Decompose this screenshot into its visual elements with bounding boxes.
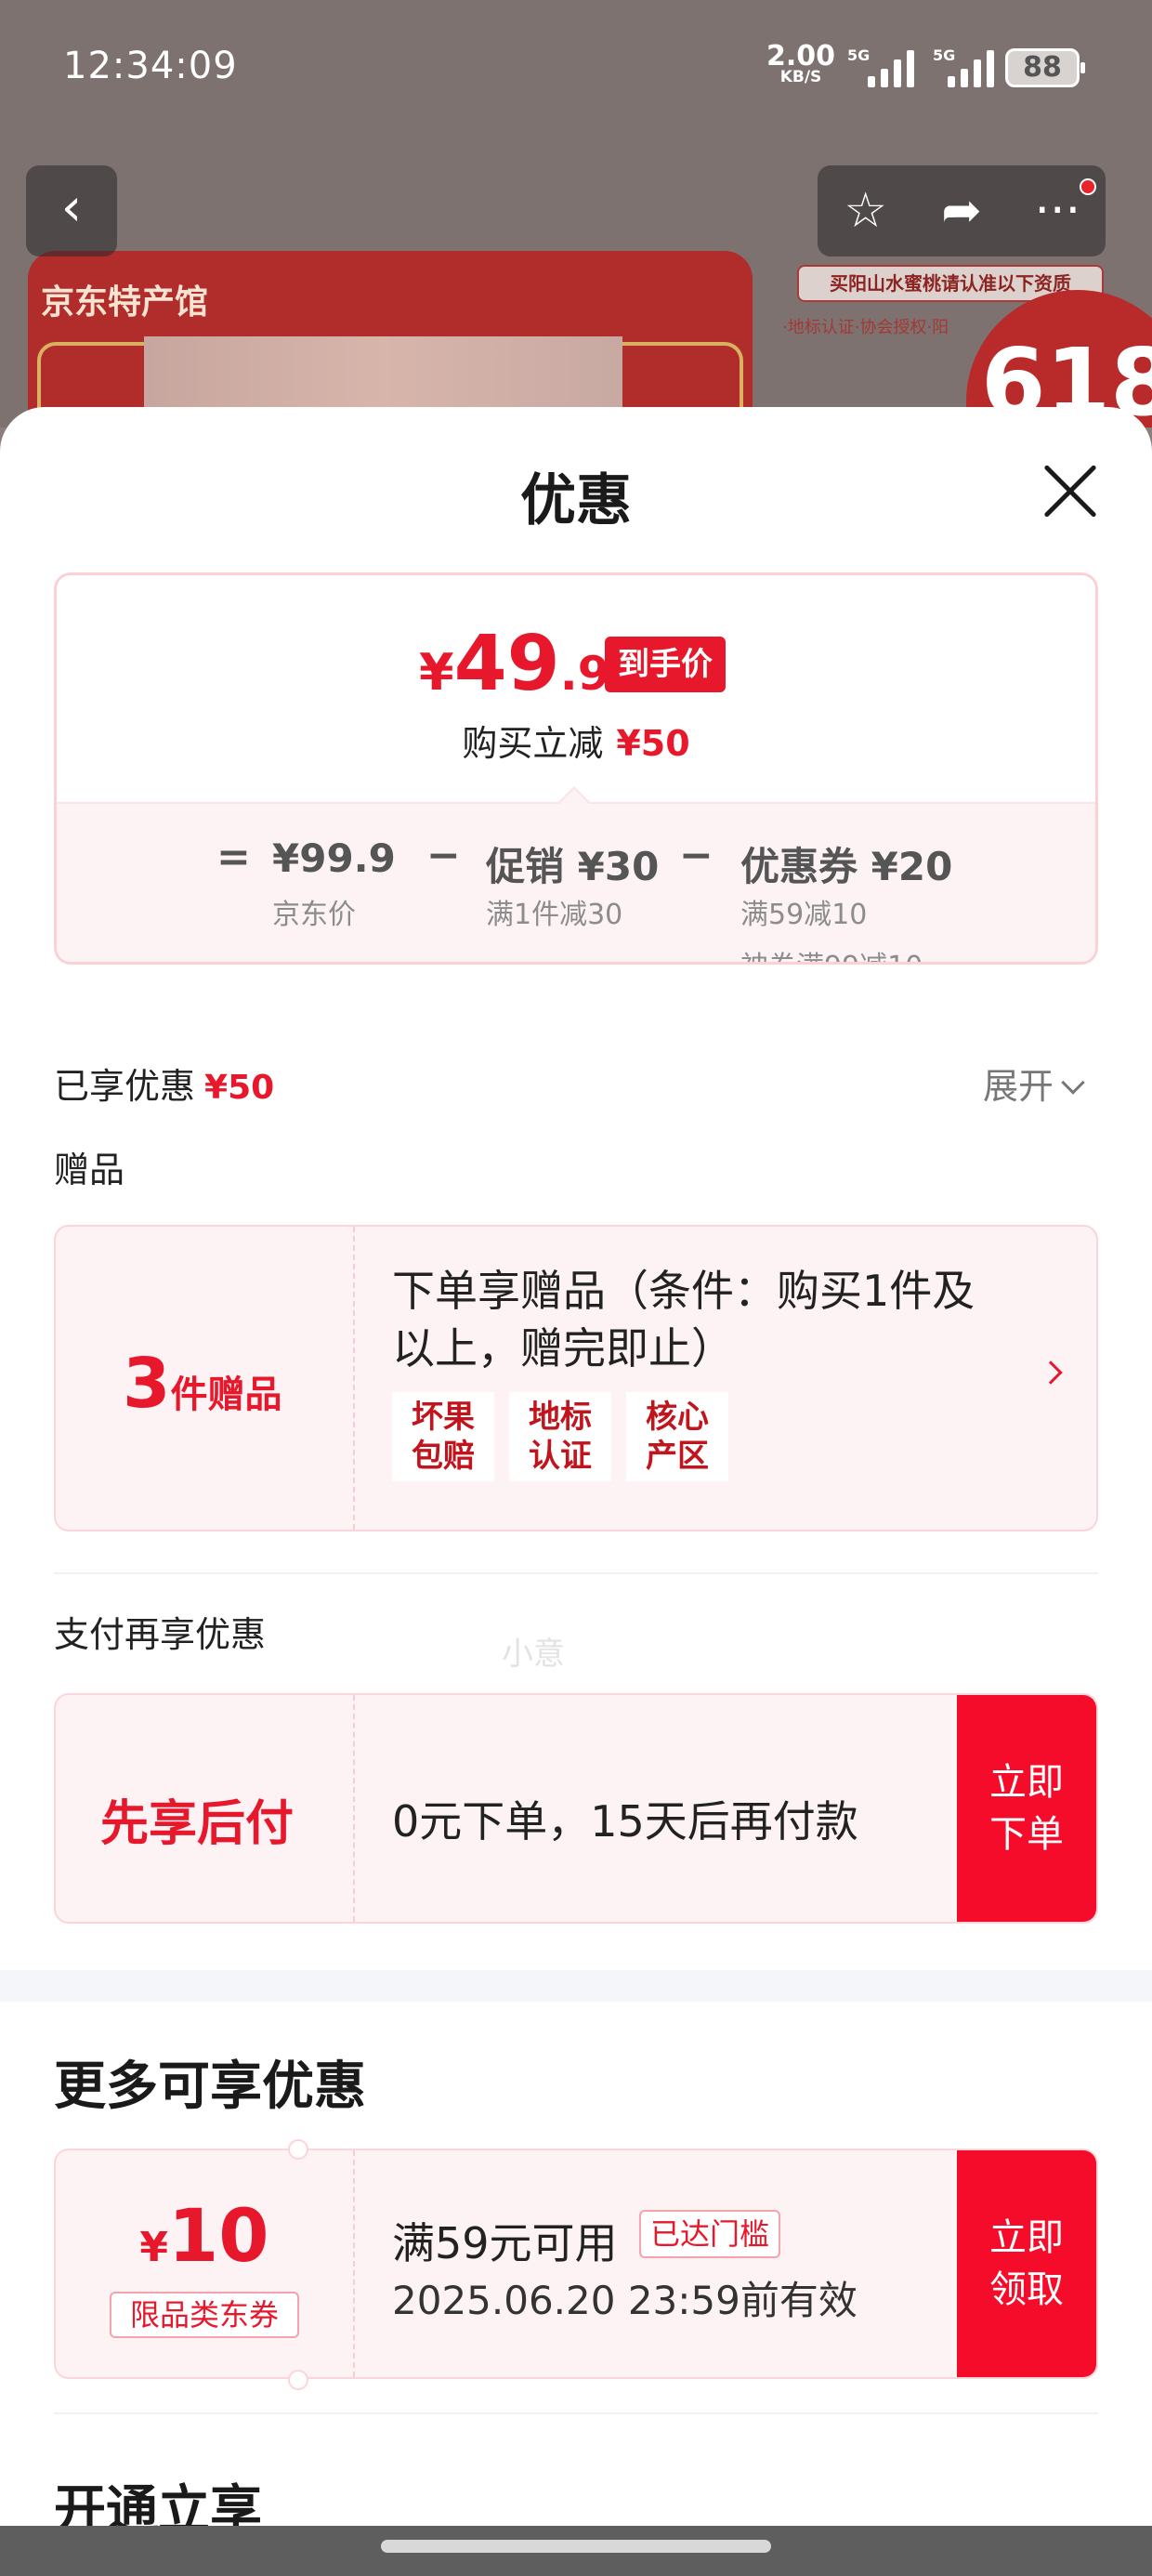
gift-tag: 核心产区 [626,1392,728,1481]
signal-label-1: 5G [847,46,871,64]
base-price: ¥99.9 [272,835,396,881]
equals-sign: = [216,834,251,881]
final-price-tag: 到手价 [605,637,726,692]
clock: 12:34:09 [63,45,238,87]
price-decimal: .9 [559,647,610,701]
price-summary: ¥49.9 到手价 购买立减 ¥50 = ¥99.9 京东价 − 促销 ¥30 满… [54,572,1098,965]
more-discounts-title: 更多可享优惠 [54,2057,366,2117]
cut-label: 购买立减 [462,723,604,764]
sheet-title: 优惠 [520,468,632,533]
chevron-left-icon: ‹ [60,177,83,238]
top-actions: ☆ ➦ ··· [818,165,1106,256]
pay-later-card: 先享后付 0元下单，15天后再付款 立即下单 [54,1693,1098,1924]
divider [54,2412,1098,2414]
back-button[interactable]: ‹ [26,165,117,256]
network-speed: 2.00 KB/S [766,43,835,86]
gift-count-number: 3 [123,1344,171,1424]
pay-later-text: 0元下单，15天后再付款 [392,1796,858,1847]
promo-rule: 满1件减30 [486,899,623,931]
expand-toggle[interactable]: 展开 [983,1058,1085,1109]
section-gap [0,1970,1152,2002]
gift-card[interactable]: 3件赠品 下单享赠品（条件：购买1件及以上，赠完即止） 坏果包赔 地标认证 核心… [54,1225,1098,1531]
gift-count: 3件赠品 [123,1344,282,1424]
minus-sign: − [679,832,713,879]
pay-section-label: 支付再享优惠 [54,1614,267,1655]
gift-tag: 地标认证 [509,1392,611,1481]
coupon-rule-1: 满59减10 [740,899,868,931]
coupon-condition: 满59元可用 [392,2218,618,2268]
chevron-right-icon [1039,1360,1063,1385]
status-bar: 12:34:09 2.00 KB/S 5G 5G 88 [0,0,1152,139]
coupon-card: ¥10 限品类东券 满59元可用 已达门槛 2025.06.20 23:59前有… [54,2149,1098,2379]
signal-icon-2 [948,48,994,87]
coupon-rule-2: 神券满99减10 [740,943,923,962]
enjoyed-label: 已享优惠 [54,1066,196,1107]
minus-sign: − [426,832,461,879]
coupon-value: ¥10 [56,2195,353,2279]
enjoyed-discount: 已享优惠 ¥50 [54,1058,274,1109]
gift-condition: 下单享赠品（条件：购买1件及以上，赠完即止） [392,1266,975,1373]
close-icon[interactable] [1041,461,1100,520]
coupon-amount: 10 [168,2195,269,2279]
instant-cut: 购买立减 ¥50 [57,715,1095,766]
qualification-sub: ·地标认证·协会授权·阳 [782,318,949,337]
enjoyed-value: ¥50 [204,1069,275,1107]
base-price-label: 京东价 [272,899,356,931]
claim-coupon-button[interactable]: 立即领取 [957,2150,1096,2377]
watermark: 小意 [502,1636,565,1673]
share-icon[interactable]: ➦ [920,183,1003,239]
divider [54,1572,1098,1574]
store-name: 京东特产馆 [41,283,209,322]
gifts-section-label: 赠品 [54,1150,125,1190]
coupon-type-badge: 限品类东券 [110,2292,299,2338]
final-price: ¥49.9 [419,620,610,708]
currency-symbol: ¥ [419,643,454,702]
expand-label: 展开 [983,1066,1054,1107]
battery-icon: 88 [1005,48,1085,87]
discount-sheet: 优惠 ¥49.9 到手价 购买立减 ¥50 = ¥99.9 京东价 − 促销 ¥3… [0,407,1152,2576]
cut-value: ¥50 [616,723,690,764]
threshold-reached-badge: 已达门槛 [639,2210,781,2258]
star-icon[interactable]: ☆ [824,183,908,239]
signal-icon [868,48,914,87]
home-indicator[interactable] [381,2540,771,2553]
claim-coupon-label: 立即领取 [989,2216,1064,2311]
promo-discount: 促销 ¥30 [486,844,660,889]
coupon-currency: ¥ [139,2224,169,2271]
coupon-validity: 2025.06.20 23:59前有效 [392,2278,857,2323]
notification-dot [1080,178,1096,195]
pay-later-label: 先享后付 [100,1796,295,1852]
gift-count-unit: 件赠品 [170,1373,282,1416]
order-now-label: 立即下单 [989,1761,1064,1856]
gift-tags: 坏果包赔 地标认证 核心产区 [392,1392,728,1481]
chevron-down-icon [1061,1071,1085,1095]
price-integer: 49 [453,620,560,708]
coupon-discount: 优惠券 ¥20 [740,844,953,889]
gift-tag: 坏果包赔 [392,1392,494,1481]
order-now-button[interactable]: 立即下单 [957,1695,1096,1922]
